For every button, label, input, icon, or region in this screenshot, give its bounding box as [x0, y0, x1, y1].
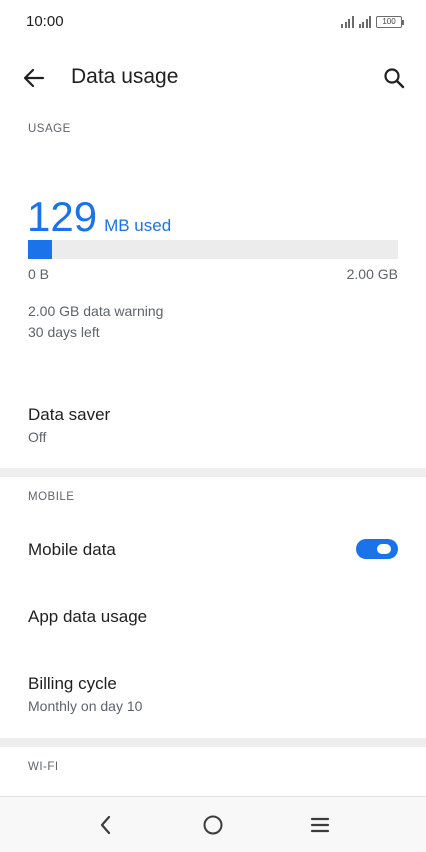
usage-progress-fill [28, 240, 52, 259]
signal-icon [358, 16, 371, 28]
app-data-usage-item[interactable]: App data usage [0, 590, 426, 646]
data-saver-status: Off [28, 429, 47, 445]
usage-number: 129 [27, 193, 98, 240]
section-divider [0, 738, 426, 747]
arrow-back-icon [23, 68, 45, 88]
usage-progress-bar [28, 240, 398, 259]
battery-icon: 100 [376, 16, 404, 28]
mobile-data-label: Mobile data [28, 540, 116, 559]
usage-unit: MB used [104, 216, 172, 235]
system-nav-bar [0, 796, 426, 852]
app-data-usage-label: App data usage [28, 607, 148, 626]
mobile-data-toggle[interactable] [356, 539, 398, 559]
back-icon [100, 815, 111, 835]
status-bar: 10:00 100 [0, 0, 426, 44]
home-icon [203, 815, 223, 835]
section-divider [0, 468, 426, 477]
toggle-knob [377, 544, 391, 554]
status-time: 10:00 [26, 13, 64, 30]
mobile-section-header: MOBILE [28, 491, 75, 503]
data-saver-title: Data saver [28, 405, 111, 424]
nav-home-button[interactable] [197, 809, 229, 841]
nav-menu-button[interactable] [304, 809, 336, 841]
days-left-text: 30 days left [28, 324, 100, 340]
signal-icon [341, 16, 354, 28]
usage-section-header: USAGE [28, 123, 71, 135]
wifi-section-header: WI-FI [28, 761, 59, 773]
range-max-label: 2.00 GB [346, 266, 398, 282]
page-title: Data usage [71, 65, 179, 88]
search-icon [384, 68, 405, 89]
billing-cycle-value: Monthly on day 10 [28, 698, 143, 714]
usage-amount: 129 MB used [27, 193, 171, 241]
billing-cycle-label: Billing cycle [28, 674, 117, 693]
data-saver-item[interactable]: Data saver Off [0, 388, 426, 458]
menu-icon [310, 817, 330, 833]
search-button[interactable] [378, 62, 410, 94]
status-icons: 100 [341, 14, 404, 28]
billing-cycle-item[interactable]: Billing cycle Monthly on day 10 [0, 660, 426, 728]
back-button[interactable] [18, 62, 50, 94]
app-bar: Data usage [0, 50, 426, 106]
range-min-label: 0 B [28, 266, 50, 282]
data-warning-text: 2.00 GB data warning [28, 303, 164, 319]
nav-back-button[interactable] [90, 809, 122, 841]
